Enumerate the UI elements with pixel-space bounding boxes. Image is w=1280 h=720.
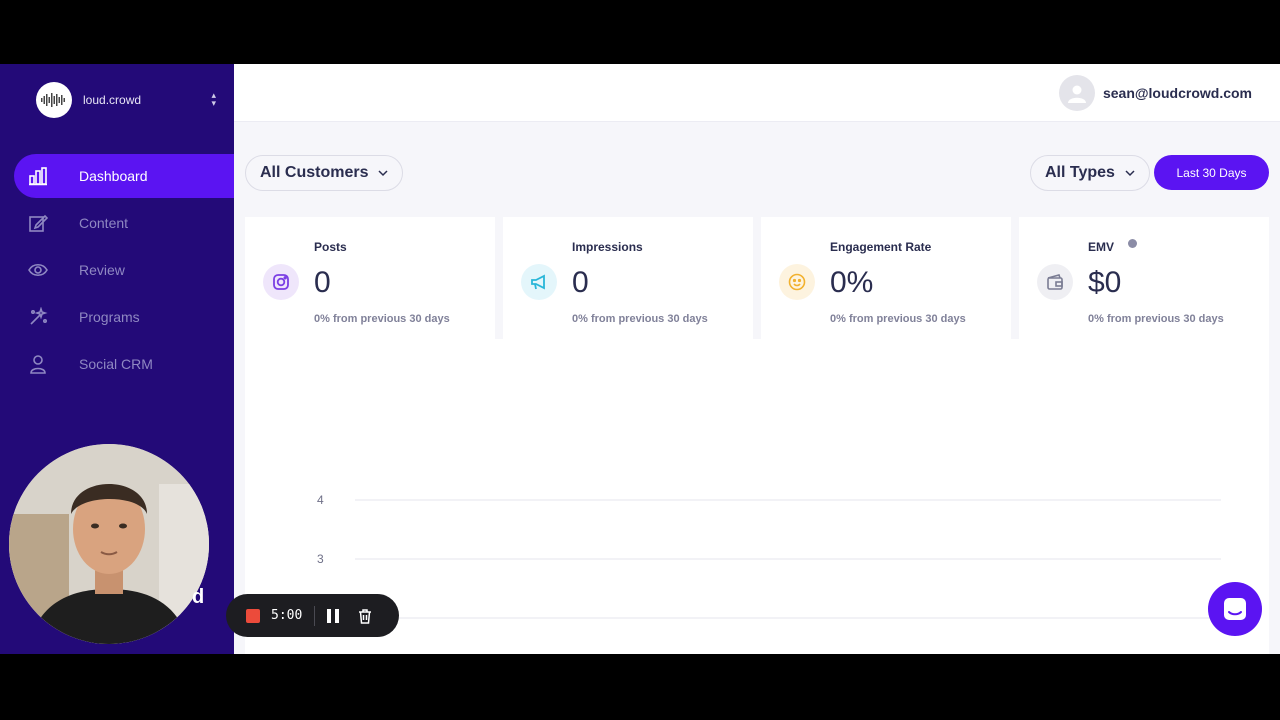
chart: 432 [245,339,1269,654]
top-bar: sean@loudcrowd.com [234,64,1280,122]
stop-icon[interactable] [246,608,260,623]
presenter-image [9,444,209,644]
types-filter-label: All Types [1045,164,1115,181]
sidebar-item-review[interactable]: Review [14,248,234,292]
user-icon [1067,85,1086,103]
org-name: loud.crowd [83,93,142,107]
sidebar-item-label: Review [79,262,125,278]
pause-icon[interactable] [327,608,340,623]
customers-filter[interactable]: All Customers [245,155,404,191]
stats-row: Posts 0 0% from previous 30 days Impress… [245,217,1269,339]
y-tick-label: 4 [317,493,324,507]
recording-controls: 5:00 [226,594,399,637]
customers-filter-label: All Customers [260,164,369,181]
sidebar-item-programs[interactable]: Programs [14,295,234,339]
webcam-overlay[interactable] [9,444,209,644]
org-switcher[interactable]: loud.crowd ▴ ▾ [36,82,226,118]
org-logo [36,82,72,118]
sidebar-item-social-crm[interactable]: Social CRM [14,342,234,386]
stat-card-emv: EMV $0 0% from previous 30 days [1019,217,1269,339]
stat-change: 0% from previous 30 days [1088,313,1224,325]
sidebar-nav: Dashboard Content Review Programs Social… [14,154,234,389]
stat-change: 0% from previous 30 days [314,313,450,325]
chat-icon [1224,598,1246,620]
y-tick-label: 3 [317,552,324,566]
smile-icon [779,264,815,300]
instagram-icon [263,264,299,300]
divider [314,605,316,626]
stat-value: 0 [314,266,331,299]
sidebar-item-label: Content [79,215,129,231]
megaphone-icon [521,264,557,300]
stat-card-engagement-rate: Engagement Rate 0% 0% from previous 30 d… [761,217,1011,339]
stat-value: 0% [830,266,874,299]
stat-label: EMV [1088,240,1115,254]
sidebar-item-label: Programs [79,309,140,325]
recording-timer: 5:00 [271,608,303,623]
soundwave-icon [41,93,65,107]
line-chart: 432 [317,493,1221,625]
avatar [1058,75,1095,111]
app-window: loud.crowd ▴ ▾ Dashboard Content Review … [0,64,1280,654]
user-menu[interactable]: sean@loudcrowd.com [1058,75,1252,111]
stat-label: Engagement Rate [830,240,932,254]
chevron-down-icon [1125,170,1135,177]
user-icon [28,354,48,374]
chevron-updown-icon[interactable]: ▴ ▾ [211,91,216,108]
trash-icon[interactable] [357,608,373,624]
stat-label: Impressions [572,240,643,254]
sidebar-hidden-text: d [192,586,205,608]
edit-icon [28,213,48,233]
stat-value: 0 [572,266,589,299]
sidebar-item-dashboard[interactable]: Dashboard [14,154,234,198]
sidebar-item-content[interactable]: Content [14,201,234,245]
bar-chart-icon [28,166,48,186]
types-filter[interactable]: All Types [1030,155,1150,191]
stat-card-posts: Posts 0 0% from previous 30 days [245,217,495,339]
sidebar-item-label: Social CRM [79,356,153,372]
eye-icon [28,260,48,280]
stat-change: 0% from previous 30 days [830,313,966,325]
stat-value: $0 [1088,266,1122,299]
date-range-button[interactable]: Last 30 Days [1154,155,1269,190]
sidebar-item-label: Dashboard [79,168,148,184]
stat-card-impressions: Impressions 0 0% from previous 30 days [503,217,753,339]
stat-label: Posts [314,240,347,254]
chat-launcher-button[interactable] [1208,582,1262,636]
stat-change: 0% from previous 30 days [572,313,708,325]
sparkle-icon [28,307,48,327]
chevron-down-icon [378,170,388,177]
user-email: sean@loudcrowd.com [1102,85,1252,101]
info-icon[interactable] [1128,239,1137,248]
wallet-icon [1037,264,1073,300]
